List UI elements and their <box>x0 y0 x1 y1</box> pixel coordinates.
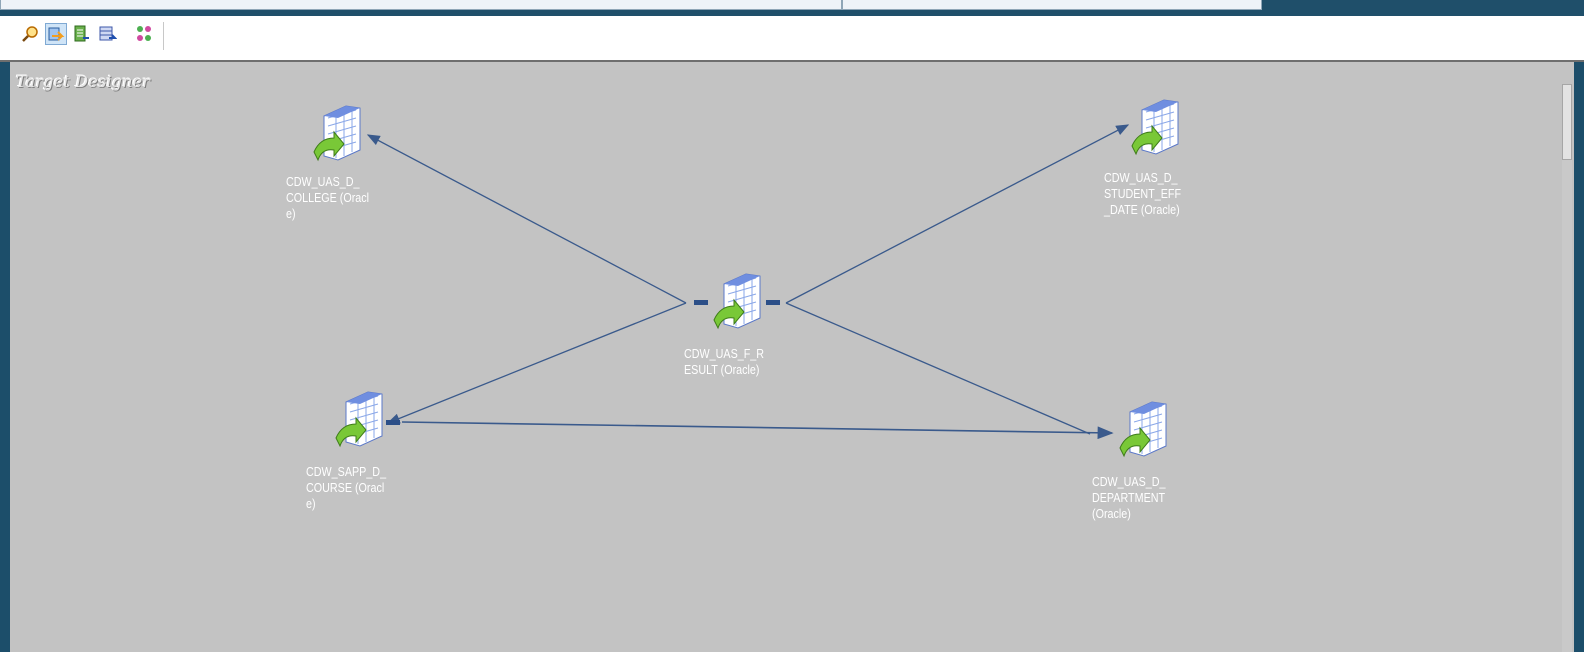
window-top-bar <box>0 0 1584 16</box>
result-connector-left[interactable] <box>694 300 708 305</box>
designer-toolbar <box>0 16 1584 62</box>
table-node-department[interactable] <box>1116 398 1172 462</box>
result-connector-right[interactable] <box>766 300 780 305</box>
vertical-scrollbar-thumb[interactable] <box>1562 84 1572 160</box>
target-designer-icon <box>48 27 65 41</box>
mapping-designer-button[interactable] <box>96 23 118 45</box>
window-border-left <box>0 16 10 652</box>
mapplet-designer-icon <box>74 25 89 42</box>
target-table-icon <box>335 391 383 448</box>
target-table-icon <box>713 273 761 330</box>
top-field-left[interactable] <box>0 0 842 10</box>
link-course-to-department[interactable] <box>401 421 1114 440</box>
link-result-to-course[interactable] <box>386 302 687 424</box>
link-result-to-department[interactable] <box>785 302 1091 435</box>
find-button[interactable] <box>19 23 41 45</box>
table-node-result[interactable] <box>710 270 766 334</box>
table-node-course[interactable] <box>332 388 388 452</box>
relationship-links <box>366 124 1130 440</box>
table-node-college[interactable] <box>310 102 366 166</box>
find-icon <box>22 26 38 42</box>
target-table-icon <box>313 105 361 162</box>
table-label-department: CDW_UAS_D_ DEPARTMENT (Oracle) <box>1092 475 1166 521</box>
mapplet-designer-button[interactable] <box>70 23 92 45</box>
link-result-to-student[interactable] <box>785 124 1130 304</box>
window-border-right <box>1574 60 1584 652</box>
mapping-designer-icon <box>99 26 117 41</box>
table-label-course: CDW_SAPP_D_ COURSE (Oracl e) <box>306 465 387 511</box>
link-result-to-college[interactable] <box>366 134 687 304</box>
transformation-icon <box>137 26 151 41</box>
designer-canvas[interactable]: Target Designer CDW_UAS_D_ COLLEGE (Orac… <box>10 62 1574 652</box>
toolbar-separator <box>163 22 165 50</box>
table-label-student-eff-date: CDW_UAS_D_ STUDENT_EFF _DATE (Oracle) <box>1104 171 1182 217</box>
target-table-icon <box>1119 401 1167 458</box>
target-designer-button[interactable] <box>45 23 67 45</box>
vertical-scrollbar[interactable] <box>1562 84 1572 652</box>
top-field-right[interactable] <box>842 0 1262 10</box>
table-node-student-eff-date[interactable] <box>1128 96 1184 160</box>
table-label-result: CDW_UAS_F_R ESULT (Oracle) <box>684 347 765 377</box>
transformation-button[interactable] <box>133 23 155 45</box>
course-connector[interactable] <box>386 420 400 425</box>
table-label-college: CDW_UAS_D_ COLLEGE (Oracl e) <box>286 175 370 221</box>
target-table-icon <box>1131 99 1179 156</box>
